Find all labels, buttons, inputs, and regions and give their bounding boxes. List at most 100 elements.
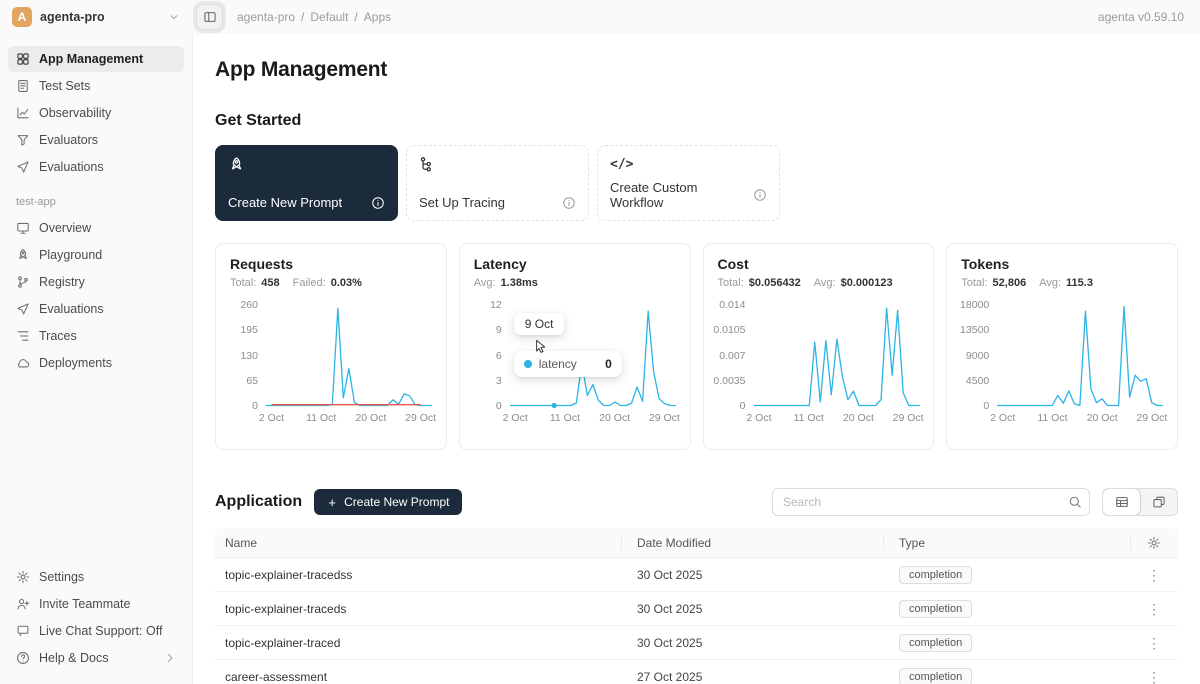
latency-chart: 129630 9 Oct latency 0 2 Oct11 Oct	[474, 303, 676, 425]
column-header-name[interactable]: Name	[215, 536, 621, 550]
sidebar-app-section-label: test-app	[16, 196, 176, 208]
sidebar-item-settings[interactable]: Settings	[8, 564, 184, 590]
chart-icon	[16, 106, 30, 120]
workspace-selector[interactable]: A agenta-pro	[0, 7, 192, 27]
breadcrumb-item[interactable]: agenta-pro	[237, 10, 295, 24]
chart-x-labels: 2 Oct11 Oct20 Oct29 Oct	[510, 407, 676, 425]
more-icon[interactable]: ⋮	[1143, 598, 1165, 620]
requests-chart: 260195130650 2 Oct11 Oct20 Oct29 Oct	[230, 303, 432, 425]
y-tick-label: 65	[246, 375, 258, 387]
sidebar-item-label: Help & Docs	[39, 651, 108, 665]
get-started-card-label: Set Up Tracing	[419, 195, 505, 210]
sidebar-item-observability[interactable]: Observability	[8, 100, 184, 126]
sidebar-item-label: Evaluations	[39, 302, 104, 316]
x-tick-label: 2 Oct	[259, 412, 284, 424]
sidebar-item-deployments[interactable]: Deployments	[8, 350, 184, 376]
tooltip-value: 0	[605, 357, 612, 371]
table-header: Name Date Modified Type	[215, 528, 1178, 558]
monitor-icon	[16, 221, 30, 235]
create-new-prompt-button[interactable]: + Create New Prompt	[314, 489, 462, 515]
sidebar-item-overview[interactable]: Overview	[8, 215, 184, 241]
app-name[interactable]: topic-explainer-traced	[215, 636, 621, 650]
x-tick-label: 2 Oct	[746, 412, 771, 424]
app-name[interactable]: topic-explainer-tracedss	[215, 568, 621, 582]
sidebar-item-label: Live Chat Support: Off	[39, 624, 162, 638]
sidebar-item-label: Playground	[39, 248, 102, 262]
sidebar-toggle-button[interactable]	[196, 4, 223, 30]
more-icon[interactable]: ⋮	[1143, 666, 1165, 684]
table-row[interactable]: topic-explainer-tracedss 30 Oct 2025 com…	[215, 558, 1178, 592]
application-heading: Application	[215, 493, 302, 511]
get-started-heading: Get Started	[215, 112, 1178, 130]
table-row[interactable]: topic-explainer-traceds 30 Oct 2025 comp…	[215, 592, 1178, 626]
view-toggle	[1102, 488, 1178, 516]
help-icon	[16, 651, 30, 665]
more-icon[interactable]: ⋮	[1143, 632, 1165, 654]
chart-plot[interactable]: 9 Oct latency 0	[510, 303, 676, 407]
app-date-modified: 30 Oct 2025	[621, 636, 883, 650]
set-up-tracing-card[interactable]: Set Up Tracing	[406, 145, 589, 221]
search-box	[772, 488, 1090, 516]
y-tick-label: 4500	[966, 375, 989, 387]
chart-tooltip: 9 Oct latency 0	[514, 313, 622, 377]
breadcrumb: agenta-pro/Default/Apps	[237, 10, 391, 24]
card-view-button[interactable]	[1140, 489, 1177, 515]
y-tick-label: 12	[490, 299, 502, 311]
y-tick-label: 9	[496, 324, 502, 336]
x-tick-label: 20 Oct	[599, 412, 630, 424]
rocket-icon	[228, 156, 245, 173]
sidebar-item-label: Invite Teammate	[39, 597, 130, 611]
search-button[interactable]	[1061, 489, 1089, 515]
sidebar-item-label: Evaluators	[39, 133, 98, 147]
sidebar-item-playground[interactable]: Playground	[8, 242, 184, 268]
sidebar-item-label: Test Sets	[39, 79, 90, 93]
table-view-button[interactable]	[1103, 489, 1140, 515]
more-icon[interactable]: ⋮	[1143, 564, 1165, 586]
chart-plot[interactable]	[266, 303, 432, 407]
info-circle-icon[interactable]	[371, 196, 385, 210]
sidebar-item-live-chat-support[interactable]: Live Chat Support: Off	[8, 618, 184, 644]
y-tick-label: 13500	[960, 324, 989, 336]
y-tick-label: 0	[740, 400, 746, 412]
sidebar-item-app-management[interactable]: App Management	[8, 46, 184, 72]
chart-plot[interactable]	[997, 303, 1163, 407]
table-row[interactable]: topic-explainer-traced 30 Oct 2025 compl…	[215, 626, 1178, 660]
y-tick-label: 6	[496, 350, 502, 362]
chart-title: Requests	[230, 256, 432, 272]
search-input[interactable]	[773, 495, 1061, 509]
sidebar-item-label: Evaluations	[39, 160, 104, 174]
sidebar-item-invite-teammate[interactable]: Invite Teammate	[8, 591, 184, 617]
breadcrumb-item[interactable]: Apps	[364, 10, 391, 24]
sidebar-item-test-sets[interactable]: Test Sets	[8, 73, 184, 99]
sidebar-item-evaluators[interactable]: Evaluators	[8, 127, 184, 153]
app-name[interactable]: topic-explainer-traceds	[215, 602, 621, 616]
chart-plot[interactable]	[754, 303, 920, 407]
card-view-icon	[1152, 495, 1166, 509]
sidebar-item-label: Overview	[39, 221, 91, 235]
x-tick-label: 20 Oct	[355, 412, 386, 424]
latency-card: Latency Avg: 1.38ms 129630 9 Oct latency	[459, 243, 691, 450]
info-circle-icon[interactable]	[753, 188, 767, 202]
create-new-prompt-card[interactable]: Create New Prompt	[215, 145, 398, 221]
sidebar-item-help-docs[interactable]: Help & Docs	[8, 645, 184, 671]
sidebar-item-evaluations[interactable]: Evaluations	[8, 154, 184, 180]
table-row[interactable]: career-assessment 27 Oct 2025 completion…	[215, 660, 1178, 684]
info-circle-icon[interactable]	[562, 196, 576, 210]
y-tick-label: 0	[252, 400, 258, 412]
create-custom-workflow-card[interactable]: </> Create Custom Workflow	[597, 145, 780, 221]
x-tick-label: 11 Oct	[306, 412, 336, 424]
app-name[interactable]: career-assessment	[215, 670, 621, 684]
sidebar-item-traces[interactable]: Traces	[8, 323, 184, 349]
sidebar-item-registry[interactable]: Registry	[8, 269, 184, 295]
chart-title: Latency	[474, 256, 676, 272]
breadcrumb-item[interactable]: Default	[310, 10, 348, 24]
sidebar-item-app-evaluations[interactable]: Evaluations	[8, 296, 184, 322]
applications-table: Name Date Modified Type topic-explainer-…	[215, 528, 1178, 684]
chart-title: Tokens	[961, 256, 1163, 272]
column-header-date-modified[interactable]: Date Modified	[621, 536, 883, 550]
chart-stats: Total: 458 Failed: 0.03%	[230, 277, 432, 289]
y-tick-label: 0	[496, 400, 502, 412]
gear-icon[interactable]	[1147, 536, 1161, 550]
x-tick-label: 29 Oct	[405, 412, 436, 424]
column-header-type[interactable]: Type	[883, 536, 1130, 550]
